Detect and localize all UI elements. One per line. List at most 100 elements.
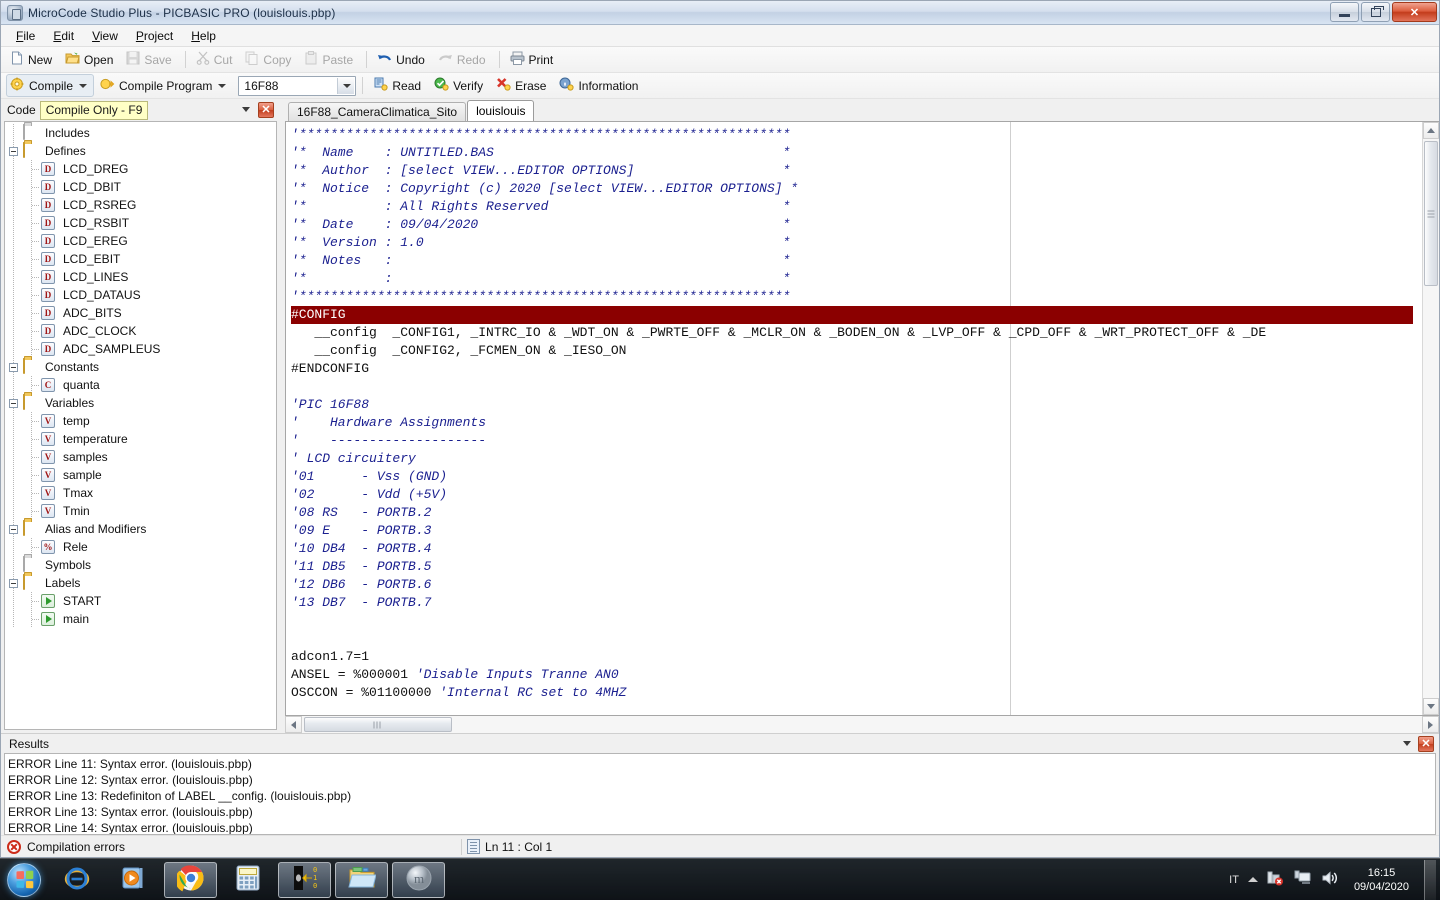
device-select-arrow[interactable] [337,78,354,94]
code-line[interactable]: '10 DB4 - PORTB.4 [291,540,1422,558]
result-line[interactable]: ERROR Line 12: Syntax error. (louislouis… [8,772,1435,788]
tree-item-lcd-rsbit[interactable]: DLCD_RSBIT [5,214,276,232]
code-line[interactable]: #ENDCONFIG [291,360,1422,378]
code-line[interactable]: ' -------------------- [291,432,1422,450]
code-line[interactable] [291,612,1422,630]
result-line[interactable]: ERROR Line 13: Redefiniton of LABEL __co… [8,788,1435,804]
horizontal-scroll-thumb[interactable] [304,717,452,732]
editor-vertical-scrollbar[interactable] [1422,122,1439,715]
code-line[interactable] [291,378,1422,396]
code-line[interactable]: ANSEL = %000001 'Disable Inputs Tranne A… [291,666,1422,684]
editor-tab-0[interactable]: 16F88_CameraClimatica_Sito [288,102,466,121]
close-button[interactable]: ✕ [1392,2,1437,22]
code-line[interactable]: '* Version : 1.0 * [291,234,1422,252]
code-viewport[interactable]: '***************************************… [286,122,1422,715]
menu-item-edit[interactable]: Edit [44,26,83,46]
code-line[interactable]: '* : * [291,270,1422,288]
device-select[interactable]: 16F88 [238,76,356,96]
tree-item-lcd-dreg[interactable]: DLCD_DREG [5,160,276,178]
code-line[interactable]: '* Author : [select VIEW...EDITOR OPTION… [291,162,1422,180]
code-text[interactable]: '***************************************… [286,122,1422,702]
compile-program-button[interactable]: Compile Program [96,74,233,97]
tree-item-labels[interactable]: Labels [5,574,276,592]
code-line[interactable]: __config _CONFIG2, _FCMEN_ON & _IESO_ON [291,342,1422,360]
code-line[interactable]: ' LCD circuitery [291,450,1422,468]
results-close-button[interactable]: ✕ [1418,736,1434,752]
tree-item-adc-sampleus[interactable]: DADC_SAMPLEUS [5,340,276,358]
code-explorer-close-button[interactable]: ✕ [258,102,274,118]
open-button[interactable]: Open [61,48,120,71]
start-button[interactable] [2,860,46,900]
code-line[interactable]: OSCCON = %01100000 'Internal RC set to 4… [291,684,1422,702]
tree-item-defines[interactable]: Defines [5,142,276,160]
code-line[interactable]: 'PIC 16F88 [291,396,1422,414]
code-line[interactable]: '12 DB6 - PORTB.6 [291,576,1422,594]
scroll-right-button[interactable] [1422,716,1439,733]
menu-item-help[interactable]: Help [182,26,225,46]
tree-item-rele[interactable]: %Rele [5,538,276,556]
input-language-indicator[interactable]: IT [1229,874,1239,886]
tree-item-main[interactable]: main [5,610,276,628]
tree-item-symbols[interactable]: Symbols [5,556,276,574]
menu-item-file[interactable]: File [7,26,44,46]
tree-item-samples[interactable]: Vsamples [5,448,276,466]
menu-item-view[interactable]: View [83,26,127,46]
paste-button[interactable]: Paste [300,48,360,71]
copy-button[interactable]: Copy [241,48,298,71]
print-button[interactable]: Print [506,48,561,71]
code-line[interactable]: ' Hardware Assignments [291,414,1422,432]
compile-mode-value[interactable]: Compile Only - F9 [40,101,149,120]
clock[interactable]: 16:15 09/04/2020 [1348,866,1415,894]
code-line[interactable]: '***************************************… [291,126,1422,144]
result-line[interactable]: ERROR Line 11: Syntax error. (louislouis… [8,756,1435,772]
scroll-up-button[interactable] [1423,122,1439,139]
taskbar-item-pic-programmer[interactable]: 010 [278,862,331,898]
tree-item-adc-bits[interactable]: DADC_BITS [5,304,276,322]
tree-item-variables[interactable]: Variables [5,394,276,412]
results-list[interactable]: ERROR Line 11: Syntax error. (louislouis… [4,753,1436,835]
tree-item-lcd-ereg[interactable]: DLCD_EREG [5,232,276,250]
network-monitor-icon[interactable] [1294,870,1312,889]
tree-item-lcd-dataus[interactable]: DLCD_DATAUS [5,286,276,304]
result-line[interactable]: ERROR Line 13: Syntax error. (louislouis… [8,804,1435,820]
menu-item-project[interactable]: Project [127,26,182,46]
horizontal-scroll-track[interactable] [302,716,1422,733]
undo-button[interactable]: Undo [373,48,432,71]
redo-button[interactable]: Redo [434,48,493,71]
cut-button[interactable]: Cut [192,48,240,71]
editor-tab-1[interactable]: louislouis [467,100,534,121]
tree-item-temp[interactable]: Vtemp [5,412,276,430]
code-line[interactable]: #CONFIG [291,306,1422,324]
tree-item-alias-and-modifiers[interactable]: Alias and Modifiers [5,520,276,538]
tree-expander-icon[interactable] [9,579,18,588]
save-button[interactable]: Save [122,48,178,71]
tree-item-lcd-dbit[interactable]: DLCD_DBIT [5,178,276,196]
tree-item-tmax[interactable]: VTmax [5,484,276,502]
network-error-icon[interactable] [1267,870,1285,889]
code-line[interactable]: '* Notes : * [291,252,1422,270]
code-line[interactable]: '08 RS - PORTB.2 [291,504,1422,522]
tree-item-includes[interactable]: Includes [5,124,276,142]
results-dropdown-icon[interactable] [1403,741,1411,746]
erase-button[interactable]: Erase [492,74,553,97]
new-button[interactable]: New [6,48,59,71]
taskbar-item-chrome[interactable] [164,862,217,898]
tree-item-start[interactable]: START [5,592,276,610]
tree-item-lcd-rsreg[interactable]: DLCD_RSREG [5,196,276,214]
tree-item-constants[interactable]: Constants [5,358,276,376]
result-line[interactable]: ERROR Line 14: Syntax error. (louislouis… [8,820,1435,835]
code-line[interactable]: '* Name : UNTITLED.BAS * [291,144,1422,162]
volume-icon[interactable] [1321,870,1339,889]
editor-horizontal-scrollbar[interactable] [285,716,1439,733]
taskbar-item-media-player[interactable] [107,862,160,898]
tree-item-lcd-ebit[interactable]: DLCD_EBIT [5,250,276,268]
code-line[interactable]: '* : All Rights Reserved * [291,198,1422,216]
tree-item-adc-clock[interactable]: DADC_CLOCK [5,322,276,340]
vertical-scroll-thumb[interactable] [1424,141,1438,286]
tree-item-temperature[interactable]: Vtemperature [5,430,276,448]
code-line[interactable]: '11 DB5 - PORTB.5 [291,558,1422,576]
code-line[interactable]: '* Date : 09/04/2020 * [291,216,1422,234]
verify-button[interactable]: Verify [430,74,490,97]
tree-expander-icon[interactable] [9,399,18,408]
scroll-left-button[interactable] [285,716,302,733]
